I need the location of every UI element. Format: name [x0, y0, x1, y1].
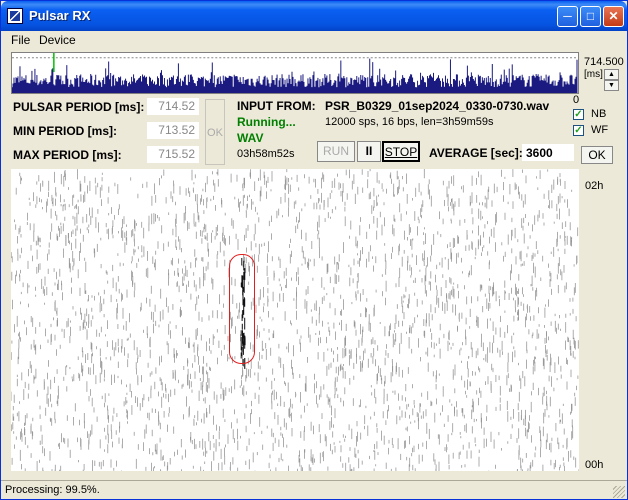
waterfall-time-bottom: 00h	[585, 459, 604, 471]
close-button[interactable]: ✕	[603, 6, 624, 27]
pulsar-period-label: PULSAR PERIOD [ms]:	[13, 100, 145, 114]
waterfall-noise	[11, 169, 579, 471]
elapsed-time: 03h58m52s	[237, 148, 295, 160]
minimize-icon: ─	[563, 9, 572, 23]
pause-button[interactable]: II	[357, 141, 381, 162]
pulse-highlight-marker	[229, 254, 255, 364]
period-ok-button[interactable]: OK	[205, 99, 225, 165]
run-button[interactable]: RUN	[317, 141, 355, 162]
title-bar[interactable]: Pulsar RX ─ □ ✕	[1, 1, 627, 31]
minimize-button[interactable]: ─	[557, 6, 578, 27]
menu-bar: File Device	[1, 31, 627, 49]
spin-up-icon: ▲	[608, 71, 615, 78]
check-icon: ✓	[574, 109, 583, 120]
menu-device[interactable]: Device	[39, 33, 76, 47]
average-input[interactable]: 3600	[522, 144, 574, 161]
input-from-label: INPUT FROM:	[237, 99, 316, 113]
input-format: WAV	[237, 131, 264, 145]
average-ok-button[interactable]: OK	[581, 146, 613, 164]
stop-button[interactable]: STOP	[382, 141, 420, 162]
spectrum-unit: [ms]	[584, 69, 603, 80]
period-spin-up[interactable]: ▲	[604, 69, 619, 80]
period-spectrum-plot	[11, 52, 579, 94]
window-title: Pulsar RX	[29, 8, 91, 23]
period-spin-down[interactable]: ▼	[604, 80, 619, 91]
max-period-field[interactable]: 715.52	[147, 146, 199, 163]
input-file-name: PSR_B0329_01sep2024_0330-0730.wav	[325, 99, 550, 113]
nb-label: NB	[591, 108, 607, 120]
check-icon: ✓	[574, 125, 583, 136]
spectrum-bars	[12, 58, 578, 93]
close-icon: ✕	[608, 9, 619, 23]
average-label: AVERAGE [sec]:	[429, 146, 523, 160]
pulsar-period-field[interactable]: 714.52	[147, 98, 199, 115]
max-period-label: MAX PERIOD [ms]:	[13, 148, 122, 162]
resize-grip-icon[interactable]	[613, 486, 625, 498]
input-file-info: 12000 sps, 16 bps, len=3h59m59s	[325, 116, 494, 128]
spin-down-icon: ▼	[608, 82, 615, 89]
maximize-icon: □	[586, 9, 595, 23]
pulsar-app-icon[interactable]	[7, 8, 23, 24]
spectrum-period-readout: 714.500	[584, 56, 624, 68]
min-period-label: MIN PERIOD [ms]:	[13, 124, 118, 138]
maximize-button[interactable]: □	[580, 6, 601, 27]
nb-checkbox[interactable]: ✓	[573, 109, 584, 120]
waterfall-time-top: 02h	[585, 180, 604, 192]
menu-file[interactable]: File	[11, 33, 30, 47]
wf-checkbox[interactable]: ✓	[573, 125, 584, 136]
min-period-field[interactable]: 713.52	[147, 122, 199, 139]
wf-label: WF	[591, 124, 609, 136]
status-text: Processing: 99.5%.	[5, 484, 100, 496]
waterfall-plot	[11, 169, 579, 471]
run-status: Running...	[237, 115, 296, 129]
status-bar: Processing: 99.5%.	[1, 480, 627, 500]
spectrum-zero-label: 0	[573, 94, 580, 106]
main-window: Pulsar RX ─ □ ✕ File Device 714.500 [ms]…	[0, 0, 628, 500]
